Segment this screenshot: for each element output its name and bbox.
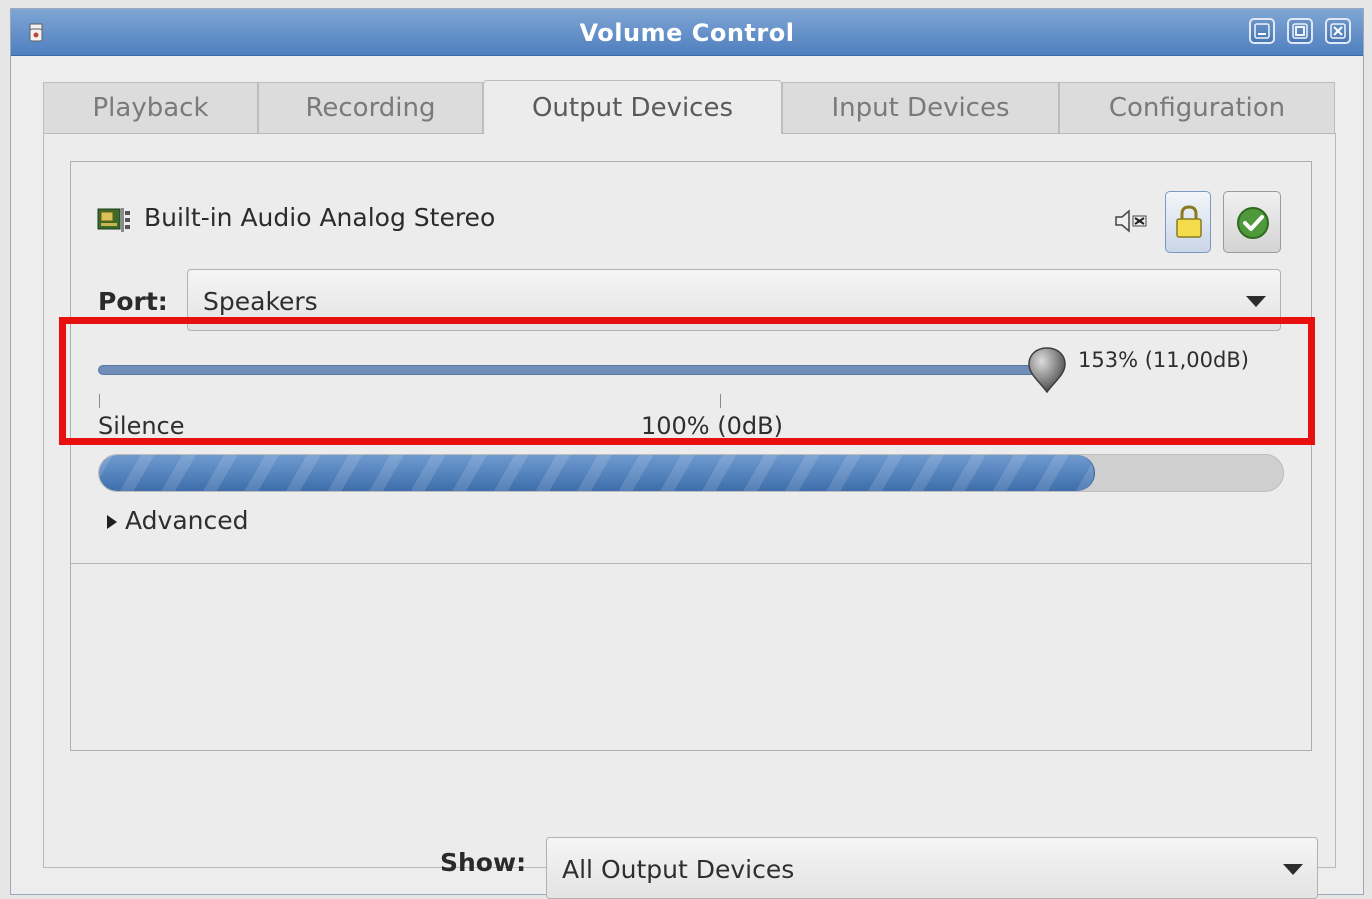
show-selected-value: All Output Devices <box>562 855 795 884</box>
expander-arrow-icon <box>107 506 117 535</box>
tab-configuration[interactable]: Configuration <box>1059 82 1335 133</box>
tab-bar: Playback Recording Output Devices Input … <box>43 80 1336 134</box>
checkmark-icon <box>1237 207 1269 239</box>
tab-output-devices[interactable]: Output Devices <box>483 80 782 134</box>
speaker-muted-icon <box>1115 209 1147 233</box>
highlight-annotation-box <box>59 317 1315 445</box>
lock-channels-button[interactable] <box>1165 191 1211 253</box>
dropdown-arrow-icon <box>1246 296 1266 307</box>
dropdown-arrow-icon <box>1283 864 1303 875</box>
close-button[interactable] <box>1325 18 1351 44</box>
tab-input-devices[interactable]: Input Devices <box>782 82 1059 133</box>
port-label: Port: <box>98 287 168 316</box>
show-label: Show: <box>440 848 527 877</box>
close-icon <box>1330 23 1346 39</box>
volume-control-window: Volume Control Playback Recording Output… <box>10 8 1364 899</box>
show-filter-select[interactable]: All Output Devices <box>546 837 1318 899</box>
minimize-button[interactable] <box>1249 18 1275 44</box>
port-selected-value: Speakers <box>203 287 318 316</box>
tab-notebook: Playback Recording Output Devices Input … <box>43 80 1336 899</box>
minimize-icon <box>1254 23 1270 39</box>
advanced-label: Advanced <box>125 506 249 535</box>
output-devices-page: Built-in Audio Analog Stereo Port: Speak… <box>43 133 1336 899</box>
tab-recording[interactable]: Recording <box>258 82 483 133</box>
maximize-button[interactable] <box>1287 18 1313 44</box>
lock-icon <box>1176 205 1202 238</box>
tab-playback[interactable]: Playback <box>43 82 258 133</box>
peak-level-meter <box>98 454 1284 492</box>
set-as-fallback-button[interactable] <box>1223 191 1281 253</box>
device-name: Built-in Audio Analog Stereo <box>144 203 496 232</box>
device-panel: Built-in Audio Analog Stereo Port: Speak… <box>70 161 1312 751</box>
advanced-expander[interactable]: Advanced <box>107 506 249 535</box>
peak-level-fill <box>99 455 1095 491</box>
title-bar[interactable]: Volume Control <box>11 9 1363 56</box>
maximize-icon <box>1292 23 1308 39</box>
window-title: Volume Control <box>579 19 795 47</box>
sound-card-icon <box>97 208 130 232</box>
panel-divider <box>71 563 1311 564</box>
